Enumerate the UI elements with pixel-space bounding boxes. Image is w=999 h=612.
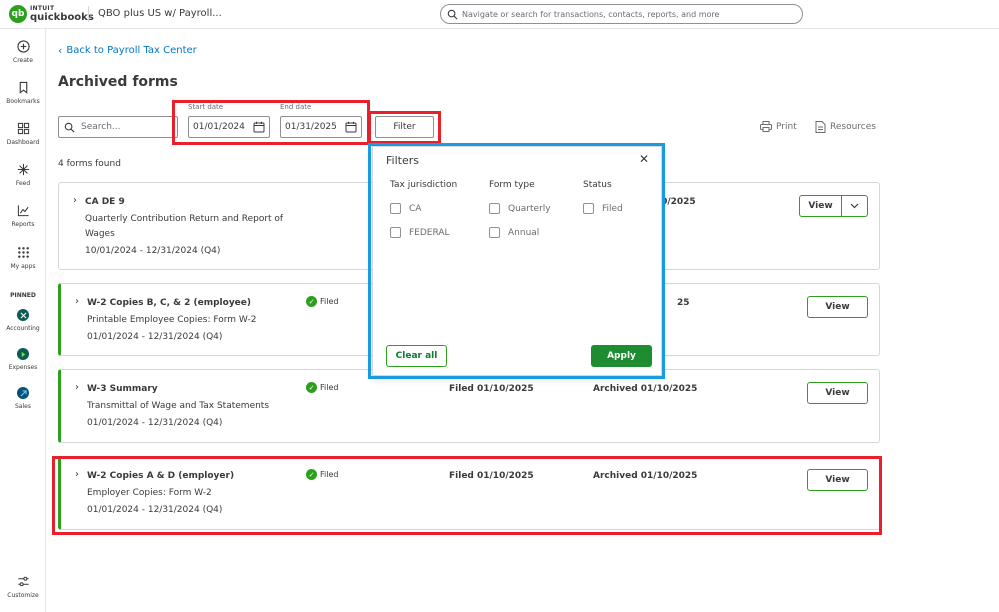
sidebar-item-expenses[interactable]: Expenses (0, 348, 46, 371)
sidebar-item-label: Accounting (6, 325, 40, 332)
sidebar-item-my-apps[interactable]: My apps (0, 246, 46, 270)
printer-icon (760, 121, 772, 132)
sliders-icon (17, 576, 29, 587)
qb-logo-icon: qb (9, 5, 27, 23)
quickbooks-logo[interactable]: qb INTUIT quickbooks (9, 5, 94, 23)
sidebar-item-reports[interactable]: Reports (0, 204, 46, 228)
dashboard-icon (17, 122, 29, 135)
top-bar: qb INTUIT quickbooks QBO plus US w/ Payr… (0, 0, 999, 29)
chevron-right-icon[interactable]: › (75, 382, 79, 393)
sidebar-item-label: Create (13, 57, 33, 64)
pinned-heading: PINNED (10, 292, 36, 299)
view-button[interactable]: View (800, 196, 842, 216)
global-search-input[interactable]: Navigate or search for transactions, con… (440, 4, 803, 24)
back-to-payroll-tax-center-link[interactable]: ‹ Back to Payroll Tax Center (58, 44, 197, 57)
form-filed-date: Filed 01/10/2025 (449, 384, 534, 394)
form-title: W-3 Summary (87, 384, 158, 394)
sidebar-item-feed[interactable]: Feed (0, 163, 46, 187)
brand-intuit: INTUIT (30, 4, 55, 12)
form-card-w3-summary: › W-3 Summary Transmittal of Wage and Ta… (58, 369, 880, 443)
form-archived-date: Archived 01/10/2025 (593, 384, 698, 394)
accounting-icon (17, 309, 29, 321)
form-title: CA DE 9 (85, 197, 125, 207)
form-archived-date: 25 (677, 298, 690, 308)
print-button[interactable]: Print (760, 121, 797, 132)
company-name[interactable]: QBO plus US w/ Payroll... (98, 8, 222, 19)
sales-icon (17, 387, 29, 399)
forms-count: 4 forms found (58, 159, 121, 169)
forms-search-placeholder: Search... (81, 122, 121, 132)
sidebar-item-accounting[interactable]: Accounting (0, 309, 46, 332)
sidebar-item-label: Reports (11, 221, 35, 228)
form-description: Quarterly Contribution Return and Report… (85, 214, 284, 239)
highlight-filters-popover (368, 143, 665, 379)
bookmark-icon (19, 81, 27, 94)
print-label: Print (776, 121, 797, 132)
check-circle-icon: ✓ (306, 296, 317, 307)
status-badge: ✓ Filed (306, 296, 338, 307)
chevron-left-icon: ‹ (58, 44, 63, 57)
status-label: Filed (320, 297, 339, 306)
view-split-button[interactable]: View (799, 195, 868, 217)
form-description: Printable Employee Copies: Form W-2 (87, 315, 257, 325)
global-search-placeholder: Navigate or search for transactions, con… (462, 9, 720, 19)
search-icon (64, 122, 75, 132)
sidebar-item-bookmarks[interactable]: Bookmarks (0, 81, 46, 105)
header-divider (88, 6, 89, 22)
sidebar-item-label: Bookmarks (6, 98, 40, 105)
view-button[interactable]: View (807, 382, 868, 404)
search-icon (447, 9, 458, 19)
chevron-down-icon[interactable] (842, 196, 867, 216)
sidebar-item-create[interactable]: Create (0, 40, 46, 64)
sidebar-item-label: Sales (15, 403, 31, 410)
sidebar-item-label: My apps (10, 263, 36, 270)
check-circle-icon: ✓ (306, 382, 317, 393)
form-period: 10/01/2024 - 12/31/2024 (Q4) (85, 246, 221, 256)
brand-quickbooks: quickbooks (30, 11, 94, 23)
plus-circle-icon (16, 40, 30, 53)
chart-icon (17, 205, 29, 217)
left-sidebar: Create Bookmarks Dashboard Feed Reports … (0, 29, 46, 612)
sidebar-item-label: Customize (7, 592, 39, 599)
highlight-date-range (172, 100, 370, 145)
form-period: 01/01/2024 - 12/31/2024 (Q4) (87, 418, 223, 428)
highlight-filter-button (368, 111, 441, 144)
back-link-label: Back to Payroll Tax Center (66, 45, 197, 56)
sparkle-icon (17, 163, 29, 176)
form-title: W-2 Copies B, C, & 2 (employee) (87, 298, 252, 308)
sidebar-item-customize[interactable]: Customize (0, 575, 46, 599)
form-period: 01/01/2024 - 12/31/2024 (Q4) (87, 332, 223, 342)
highlight-w2-employer-card (52, 456, 882, 535)
resources-label: Resources (830, 122, 876, 132)
sidebar-item-sales[interactable]: Sales (0, 387, 46, 410)
sidebar-item-label: Expenses (8, 364, 38, 371)
forms-search-input[interactable]: Search... (58, 116, 178, 138)
sidebar-item-dashboard[interactable]: Dashboard (0, 122, 46, 146)
sidebar-item-label: Dashboard (6, 139, 40, 146)
form-description: Transmittal of Wage and Tax Statements (87, 401, 270, 411)
status-badge: ✓ Filed (306, 382, 338, 393)
expenses-icon (17, 348, 29, 360)
document-icon (815, 121, 826, 133)
status-label: Filed (320, 383, 339, 392)
sidebar-item-label: Feed (15, 180, 31, 187)
chevron-right-icon[interactable]: › (75, 296, 79, 307)
view-button[interactable]: View (807, 296, 868, 318)
chevron-right-icon[interactable]: › (73, 195, 77, 206)
grid-icon (17, 247, 29, 258)
page-title: Archived forms (58, 74, 178, 90)
resources-button[interactable]: Resources (815, 121, 876, 133)
